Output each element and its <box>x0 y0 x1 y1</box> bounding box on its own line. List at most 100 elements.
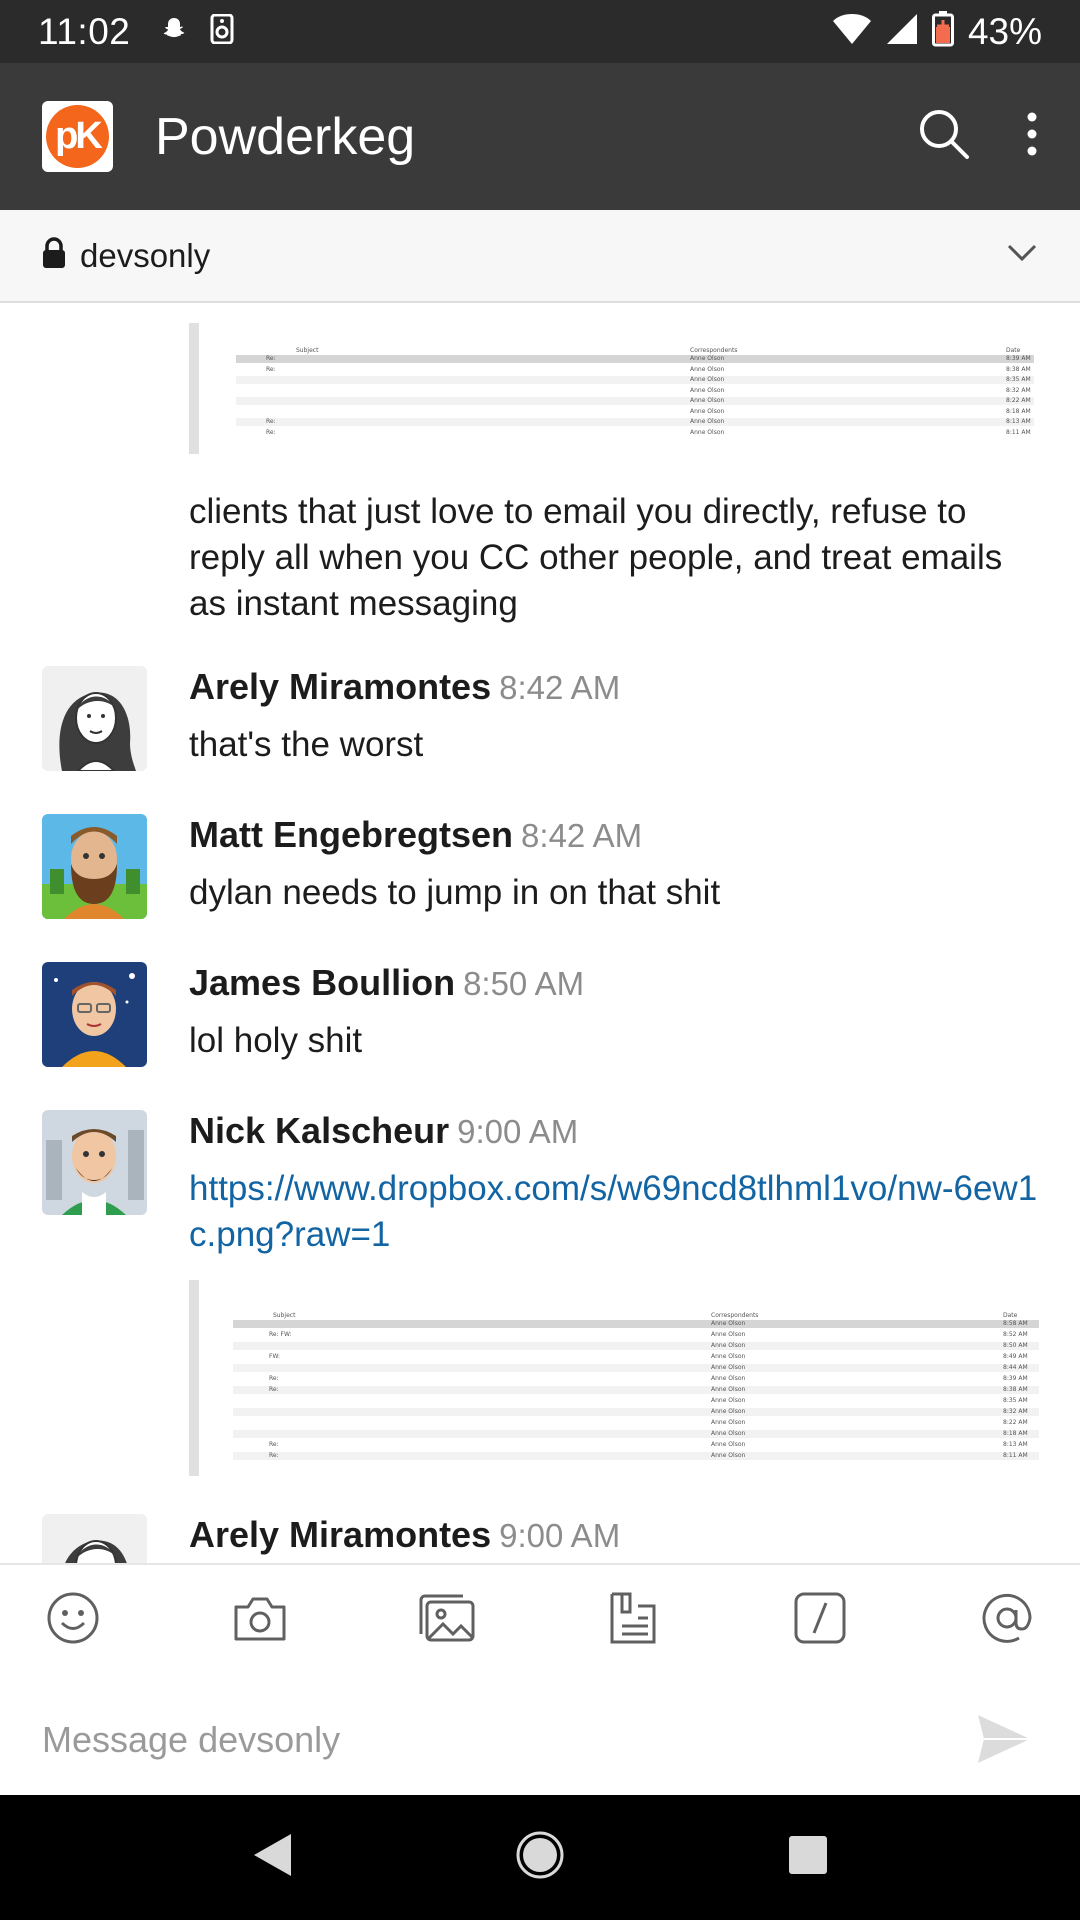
attachment-cell-correspondent: Anne Olson <box>711 1408 746 1415</box>
attachment-image[interactable]: Subject Correspondents Date Re: Anne Olso… <box>236 347 1034 437</box>
message-text: lol holy shit <box>189 1021 363 1060</box>
attachment-cell-date: 8:52 AM <box>1003 1331 1028 1338</box>
attachment-cell-date: 8:11 AM <box>1006 428 1031 436</box>
attachment-cell-date: 8:50 AM <box>1003 1342 1028 1349</box>
attachment-cell-date: 8:32 AM <box>1006 386 1031 394</box>
attachment-row: Anne Olson 8:35 AM <box>236 376 1034 384</box>
message-author[interactable]: Nick Kalscheur <box>189 1110 449 1151</box>
attachment-cell-subject: Re: <box>269 1441 279 1448</box>
attachment-row: Anne Olson 8:22 AM <box>233 1419 1039 1427</box>
attachment-cell-correspondent: Anne Olson <box>711 1320 746 1327</box>
message-author[interactable]: Arely Miramontes <box>189 666 491 707</box>
attachment-cell-date: 8:35 AM <box>1003 1397 1028 1404</box>
camera-icon[interactable] <box>229 1587 291 1649</box>
message-author[interactable]: Arely Miramontes <box>189 1514 491 1555</box>
attachment-cell-correspondent: Anne Olson <box>690 355 725 362</box>
home-icon[interactable] <box>515 1830 565 1885</box>
attachment-row: Re: Anne Olson 8:11 AM <box>236 428 1034 437</box>
attachment-cell-date: 8:49 AM <box>1003 1353 1028 1360</box>
attachment-cell-correspondent: Anne Olson <box>711 1386 746 1393</box>
message-text: that's the worst <box>189 725 424 764</box>
attachment-row: Re: Anne Olson 8:13 AM <box>236 418 1034 426</box>
attachment-cell-correspondent: Anne Olson <box>711 1331 746 1338</box>
message-author[interactable]: James Boullion <box>189 962 455 1003</box>
attachment-image[interactable]: Subject Correspondents Date Anne Olson 8:… <box>233 1312 1039 1464</box>
snapchat-icon <box>160 15 188 48</box>
attachment-cell-correspondent: Anne Olson <box>711 1353 746 1360</box>
avatar[interactable] <box>42 666 147 771</box>
attachment-row: Re: Anne Olson 8:38 AM <box>233 1386 1039 1394</box>
search-icon[interactable] <box>918 108 970 165</box>
avatar[interactable] <box>42 1110 147 1215</box>
attachment-row: Anne Olson 8:18 AM <box>236 407 1034 416</box>
back-icon[interactable] <box>251 1832 293 1883</box>
battery-percent: 43% <box>967 10 1042 52</box>
channel-header[interactable]: devsonly <box>0 210 1080 303</box>
attachment-header-date: Date <box>1006 347 1021 354</box>
message-author[interactable]: Matt Engebregtsen <box>189 814 513 855</box>
attachment-header-subject: Subject <box>273 1312 296 1319</box>
attachment-row: Anne Olson 8:50 AM <box>233 1342 1039 1350</box>
photo-gallery-icon[interactable] <box>416 1587 478 1649</box>
emoji-icon[interactable] <box>42 1587 104 1649</box>
signal-icon <box>886 13 918 50</box>
attachment-cell-date: 8:11 AM <box>1003 1452 1028 1459</box>
attachment-cell-correspondent: Anne Olson <box>711 1342 746 1349</box>
attachment-cell-subject: Re: <box>269 1452 279 1459</box>
attachment-row: Anne Olson 8:18 AM <box>233 1430 1039 1438</box>
avatar[interactable] <box>42 1514 147 1563</box>
avatar[interactable] <box>42 962 147 1067</box>
attachment-cell-correspondent: Anne Olson <box>690 397 725 404</box>
attachment-cell-date: 8:39 AM <box>1006 355 1031 362</box>
attachment-cell-correspondent: Anne Olson <box>690 407 725 415</box>
attachment-cell-date: 8:22 AM <box>1003 1419 1028 1426</box>
lock-icon <box>42 237 66 274</box>
avatar[interactable] <box>42 814 147 919</box>
attachment-cell-correspondent: Anne Olson <box>711 1364 746 1371</box>
more-options-icon[interactable] <box>1026 112 1038 161</box>
attachment-cell-subject: Re: <box>269 1386 279 1393</box>
slash-command-icon[interactable] <box>789 1587 851 1649</box>
send-icon[interactable] <box>976 1713 1036 1769</box>
attachment-row: FW: Anne Olson 8:49 AM <box>233 1353 1039 1361</box>
attachment-cell-subject: Re: <box>266 365 276 373</box>
image-attachment[interactable]: Subject Correspondents Date Re: Anne Olso… <box>189 323 1039 454</box>
attachment-header-subject: Subject <box>296 347 319 354</box>
app-logo: pK <box>42 101 113 172</box>
image-attachment[interactable]: Subject Correspondents Date Anne Olson 8:… <box>189 1280 1039 1476</box>
message-timestamp: 8:42 AM <box>499 669 621 706</box>
attachment-row: Anne Olson 8:22 AM <box>236 397 1034 405</box>
wifi-icon <box>832 13 872 50</box>
attachment-header-correspondents: Correspondents <box>690 347 738 354</box>
attachment-cell-correspondent: Anne Olson <box>690 386 725 394</box>
battery-icon <box>931 11 954 52</box>
message-timestamp: 9:00 AM <box>457 1113 579 1150</box>
app-bar: pK Powderkeg <box>0 63 1080 210</box>
attachment-header-date: Date <box>1003 1312 1018 1319</box>
attachment-cell-date: 8:38 AM <box>1006 365 1031 373</box>
recents-icon[interactable] <box>787 1834 829 1881</box>
message-list[interactable]: Subject Correspondents Date Re: Anne Olso… <box>0 303 1080 1563</box>
attachment-cell-date: 8:22 AM <box>1006 397 1031 404</box>
attachment-cell-date: 8:44 AM <box>1003 1364 1028 1371</box>
message-text: dylan needs to jump in on that shit <box>189 873 721 912</box>
attachment-row: Anne Olson 8:32 AM <box>236 386 1034 395</box>
file-icon[interactable] <box>602 1587 664 1649</box>
chevron-down-icon[interactable] <box>1006 243 1038 268</box>
message-input[interactable] <box>42 1710 942 1770</box>
attachment-row: Re: Anne Olson 8:39 AM <box>233 1375 1039 1383</box>
app-title[interactable]: Powderkeg <box>155 107 415 167</box>
attachment-cell-correspondent: Anne Olson <box>711 1441 746 1448</box>
attachment-row: Re: Anne Olson 8:38 AM <box>236 365 1034 374</box>
attachment-cell-correspondent: Anne Olson <box>711 1430 746 1437</box>
attachment-cell-date: 8:13 AM <box>1006 418 1031 425</box>
message-link[interactable]: https://www.dropbox.com/s/w69ncd8tlhml1v… <box>189 1166 1039 1258</box>
attachment-cell-subject: FW: <box>269 1353 281 1360</box>
mention-icon[interactable] <box>976 1587 1038 1649</box>
message-timestamp: 8:42 AM <box>521 817 643 854</box>
message-timestamp: 8:50 AM <box>463 965 585 1002</box>
attachment-cell-date: 8:38 AM <box>1003 1386 1028 1393</box>
attachment-row: Re: Anne Olson 8:11 AM <box>233 1452 1039 1460</box>
attachment-cell-correspondent: Anne Olson <box>690 365 725 373</box>
attachment-cell-date: 8:13 AM <box>1003 1441 1028 1448</box>
